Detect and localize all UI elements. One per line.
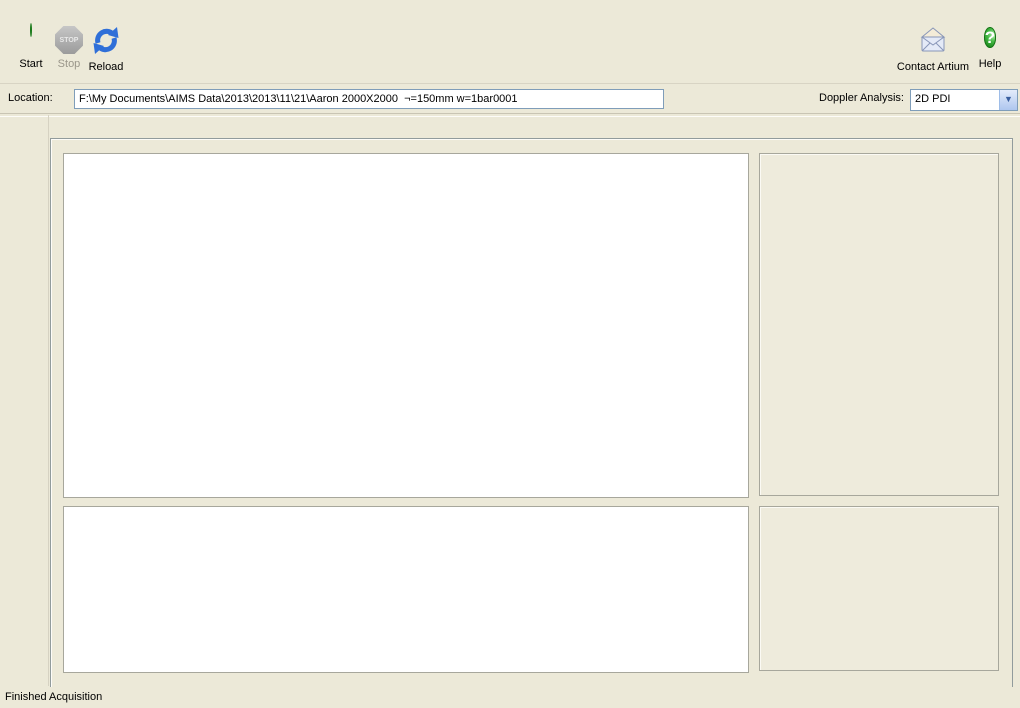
toolbar: Start STOP Stop Reload Contact Artium <box>0 19 1020 84</box>
menu-bar <box>0 0 1020 19</box>
start-icon <box>30 23 32 37</box>
doppler-analysis-dropdown[interactable]: 2D PDI ▼ <box>910 89 1018 111</box>
location-label: Location: <box>8 92 53 104</box>
tab-content-panel <box>50 138 1013 688</box>
left-sidebar <box>0 115 49 686</box>
velocity-statistics-panel <box>759 506 999 671</box>
chevron-down-icon[interactable]: ▼ <box>999 90 1017 110</box>
envelope-icon <box>917 24 949 56</box>
reload-button-label: Reload <box>77 61 135 73</box>
aims-application-window: { "window": { "status": "Finished Acquis… <box>0 0 1020 708</box>
velocity-histogram-chart <box>63 506 749 673</box>
location-row: Location: Doppler Analysis: 2D PDI ▼ <box>0 84 1020 113</box>
status-text: Finished Acquisition <box>5 691 102 703</box>
pvc-statistics-panel <box>759 153 999 496</box>
reload-icon <box>90 24 122 56</box>
toolbar-separator <box>0 113 1020 117</box>
pvc-diameter-histogram-svg <box>64 154 746 495</box>
contact-artium-label: Contact Artium <box>895 61 971 73</box>
doppler-analysis-value: 2D PDI <box>911 90 999 110</box>
pvc-diameter-histogram-chart <box>63 153 749 498</box>
status-bar: Finished Acquisition <box>0 687 1020 708</box>
velocity-histogram-svg <box>64 507 746 670</box>
help-button-label: Help <box>968 58 1012 70</box>
help-button[interactable]: ? Help <box>968 24 1012 70</box>
location-input[interactable] <box>74 89 664 109</box>
help-icon: ? <box>984 27 996 48</box>
contact-artium-button[interactable]: Contact Artium <box>895 24 971 73</box>
doppler-analysis-label: Doppler Analysis: <box>760 92 904 104</box>
reload-button[interactable]: Reload <box>77 24 135 73</box>
